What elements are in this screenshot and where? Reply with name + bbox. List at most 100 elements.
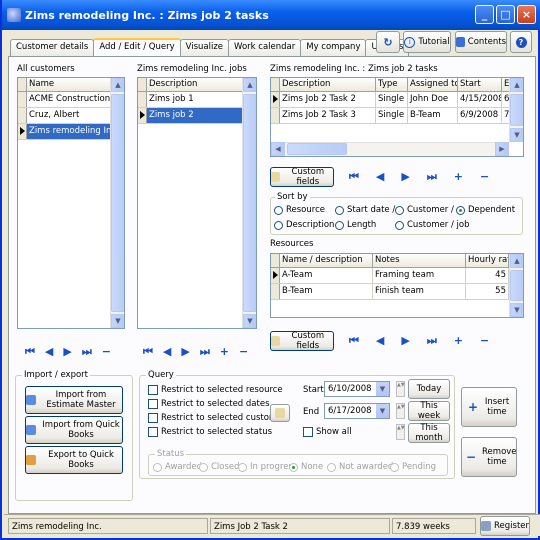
scroll-thumb[interactable] bbox=[287, 143, 347, 155]
resources-custom-fields-button[interactable]: Custom fields bbox=[270, 331, 334, 351]
first-record-icon[interactable]: ⏮ bbox=[143, 345, 153, 359]
scroll-down-icon[interactable]: ▼ bbox=[510, 128, 523, 142]
add-record-icon[interactable]: + bbox=[454, 170, 463, 184]
customers-col-name[interactable]: Name bbox=[27, 78, 111, 91]
table-row-selected[interactable]: Zims remodeling Inc. bbox=[18, 124, 124, 140]
start-date-spinner[interactable]: ▲▼ bbox=[396, 381, 405, 397]
today-button[interactable]: Today bbox=[408, 379, 450, 399]
prev-record-icon[interactable]: ◀ bbox=[376, 334, 384, 348]
status-not-awarded-radio[interactable]: Not awarded bbox=[327, 462, 393, 472]
status-none-radio[interactable]: None bbox=[289, 462, 323, 472]
month-spinner[interactable]: ▲▼ bbox=[396, 424, 405, 440]
table-row-selected[interactable]: Zims job 2 bbox=[138, 108, 256, 124]
add-record-icon[interactable]: + bbox=[220, 345, 229, 359]
scroll-thumb[interactable] bbox=[510, 94, 523, 126]
maximize-button[interactable]: □ bbox=[496, 5, 515, 24]
scroll-right-icon[interactable]: ▶ bbox=[495, 142, 509, 156]
refresh-button[interactable]: ↻ bbox=[376, 31, 400, 53]
tab-customer-details[interactable]: Customer details bbox=[10, 39, 95, 56]
tutorial-button[interactable]: i Tutorial bbox=[403, 31, 451, 53]
last-record-icon[interactable]: ⏭ bbox=[427, 334, 437, 348]
prev-record-icon[interactable]: ◀ bbox=[163, 345, 171, 359]
scroll-up-icon[interactable]: ▲ bbox=[510, 254, 523, 268]
scroll-up-icon[interactable]: ▲ bbox=[510, 78, 523, 92]
add-record-icon[interactable]: + bbox=[454, 334, 463, 348]
prev-record-icon[interactable]: ◀ bbox=[376, 170, 384, 184]
restrict-dates-checkbox[interactable]: Restrict to selected dates bbox=[148, 399, 270, 409]
tasks-hscrollbar[interactable]: ◀ ▶ bbox=[271, 142, 509, 156]
delete-record-icon[interactable]: − bbox=[102, 345, 111, 359]
scroll-up-icon[interactable]: ▲ bbox=[243, 78, 256, 92]
jobs-col-description[interactable]: Description bbox=[147, 78, 243, 91]
last-record-icon[interactable]: ⏭ bbox=[427, 170, 437, 184]
delete-record-icon[interactable]: − bbox=[480, 334, 489, 348]
resources-col-name[interactable]: Name / description bbox=[280, 254, 373, 267]
table-row[interactable]: ACME Construction bbox=[18, 92, 124, 108]
status-pending-radio[interactable]: Pending bbox=[390, 462, 436, 472]
scroll-left-icon[interactable]: ◀ bbox=[271, 142, 285, 156]
start-date-combo[interactable]: 6/10/2008 ▼ bbox=[324, 381, 390, 397]
customers-scrollbar[interactable]: ▲ ▼ bbox=[110, 78, 124, 328]
table-row[interactable]: Zims Job 2 Task 2 Single John Doe 4/15/2008… bbox=[271, 92, 523, 108]
sort-description-radio[interactable]: Description bbox=[274, 220, 334, 230]
close-button[interactable]: × bbox=[517, 5, 536, 24]
restrict-customer-checkbox[interactable]: Restrict to selected customer bbox=[148, 413, 286, 423]
dropdown-arrow-icon[interactable]: ▼ bbox=[376, 404, 389, 418]
dropdown-arrow-icon[interactable]: ▼ bbox=[376, 382, 389, 396]
next-record-icon[interactable]: ▶ bbox=[401, 334, 409, 348]
resources-col-rate[interactable]: Hourly rate bbox=[466, 254, 509, 267]
jobs-scrollbar[interactable]: ▲ ▼ bbox=[242, 78, 256, 328]
help-button[interactable]: ? bbox=[510, 31, 532, 53]
delete-record-icon[interactable]: − bbox=[480, 170, 489, 184]
tab-my-company[interactable]: My company bbox=[300, 39, 367, 56]
tasks-col-assigned[interactable]: Assigned to bbox=[408, 78, 458, 91]
sort-dependent-radio[interactable]: Dependent bbox=[456, 205, 515, 215]
first-record-icon[interactable]: ⏮ bbox=[349, 334, 359, 348]
last-record-icon[interactable]: ⏭ bbox=[82, 345, 92, 359]
table-row[interactable]: B-Team Finish team 55 bbox=[271, 284, 523, 300]
sort-resource-radio[interactable]: Resource bbox=[274, 205, 325, 215]
next-record-icon[interactable]: ▶ bbox=[401, 170, 409, 184]
end-date-combo[interactable]: 6/17/2008 ▼ bbox=[324, 403, 390, 419]
table-row[interactable]: Cruz, Albert bbox=[18, 108, 124, 124]
scroll-down-icon[interactable]: ▼ bbox=[510, 303, 523, 317]
resources-col-notes[interactable]: Notes bbox=[373, 254, 466, 267]
table-row[interactable]: Zims job 1 bbox=[138, 92, 256, 108]
scroll-up-icon[interactable]: ▲ bbox=[111, 78, 124, 92]
status-awarded-radio[interactable]: Awarded bbox=[153, 462, 202, 472]
last-record-icon[interactable]: ⏭ bbox=[200, 345, 210, 359]
export-quickbooks-button[interactable]: Export to Quick Books bbox=[25, 446, 123, 474]
this-week-button[interactable]: This week bbox=[408, 401, 450, 421]
query-run-button[interactable] bbox=[270, 404, 290, 422]
restrict-status-checkbox[interactable]: Restrict to selected status bbox=[148, 427, 272, 437]
first-record-icon[interactable]: ⏮ bbox=[349, 170, 359, 184]
prev-record-icon[interactable]: ◀ bbox=[45, 345, 53, 359]
import-quickbooks-button[interactable]: Import from Quick Books bbox=[25, 416, 123, 444]
tab-add-edit-query[interactable]: Add / Edit / Query bbox=[93, 38, 181, 56]
tasks-col-description[interactable]: Description bbox=[280, 78, 376, 91]
sort-customer-radio[interactable]: Customer / bbox=[395, 205, 454, 215]
scroll-thumb[interactable] bbox=[111, 94, 124, 312]
tasks-col-type[interactable]: Type bbox=[376, 78, 408, 91]
tab-visualize[interactable]: Visualize bbox=[179, 39, 230, 56]
end-date-spinner[interactable]: ▲▼ bbox=[396, 403, 405, 419]
table-row[interactable]: Zims Job 2 Task 3SingleB-Team6/9/2008 1:… bbox=[271, 108, 523, 124]
tab-work-calendar[interactable]: Work calendar bbox=[228, 39, 302, 56]
show-all-checkbox[interactable]: Show all bbox=[303, 427, 352, 437]
import-estimate-master-button[interactable]: Import from Estimate Master bbox=[25, 386, 123, 414]
scroll-down-icon[interactable]: ▼ bbox=[243, 314, 256, 328]
resources-scrollbar[interactable]: ▲ ▼ bbox=[509, 254, 523, 317]
delete-record-icon[interactable]: − bbox=[239, 345, 248, 359]
scroll-thumb[interactable] bbox=[243, 94, 256, 312]
tasks-vscrollbar[interactable]: ▲ ▼ bbox=[509, 78, 523, 142]
tasks-custom-fields-button[interactable]: Custom fields bbox=[270, 167, 334, 187]
scroll-down-icon[interactable]: ▼ bbox=[111, 314, 124, 328]
next-record-icon[interactable]: ▶ bbox=[63, 345, 71, 359]
status-closed-radio[interactable]: Closed bbox=[199, 462, 240, 472]
remove-time-button[interactable]: − Remove time bbox=[461, 437, 517, 477]
register-button[interactable]: Register bbox=[480, 516, 530, 536]
tasks-col-start[interactable]: Start bbox=[458, 78, 502, 91]
this-month-button[interactable]: This month bbox=[408, 423, 450, 443]
next-record-icon[interactable]: ▶ bbox=[181, 345, 189, 359]
scroll-thumb[interactable] bbox=[510, 270, 523, 301]
